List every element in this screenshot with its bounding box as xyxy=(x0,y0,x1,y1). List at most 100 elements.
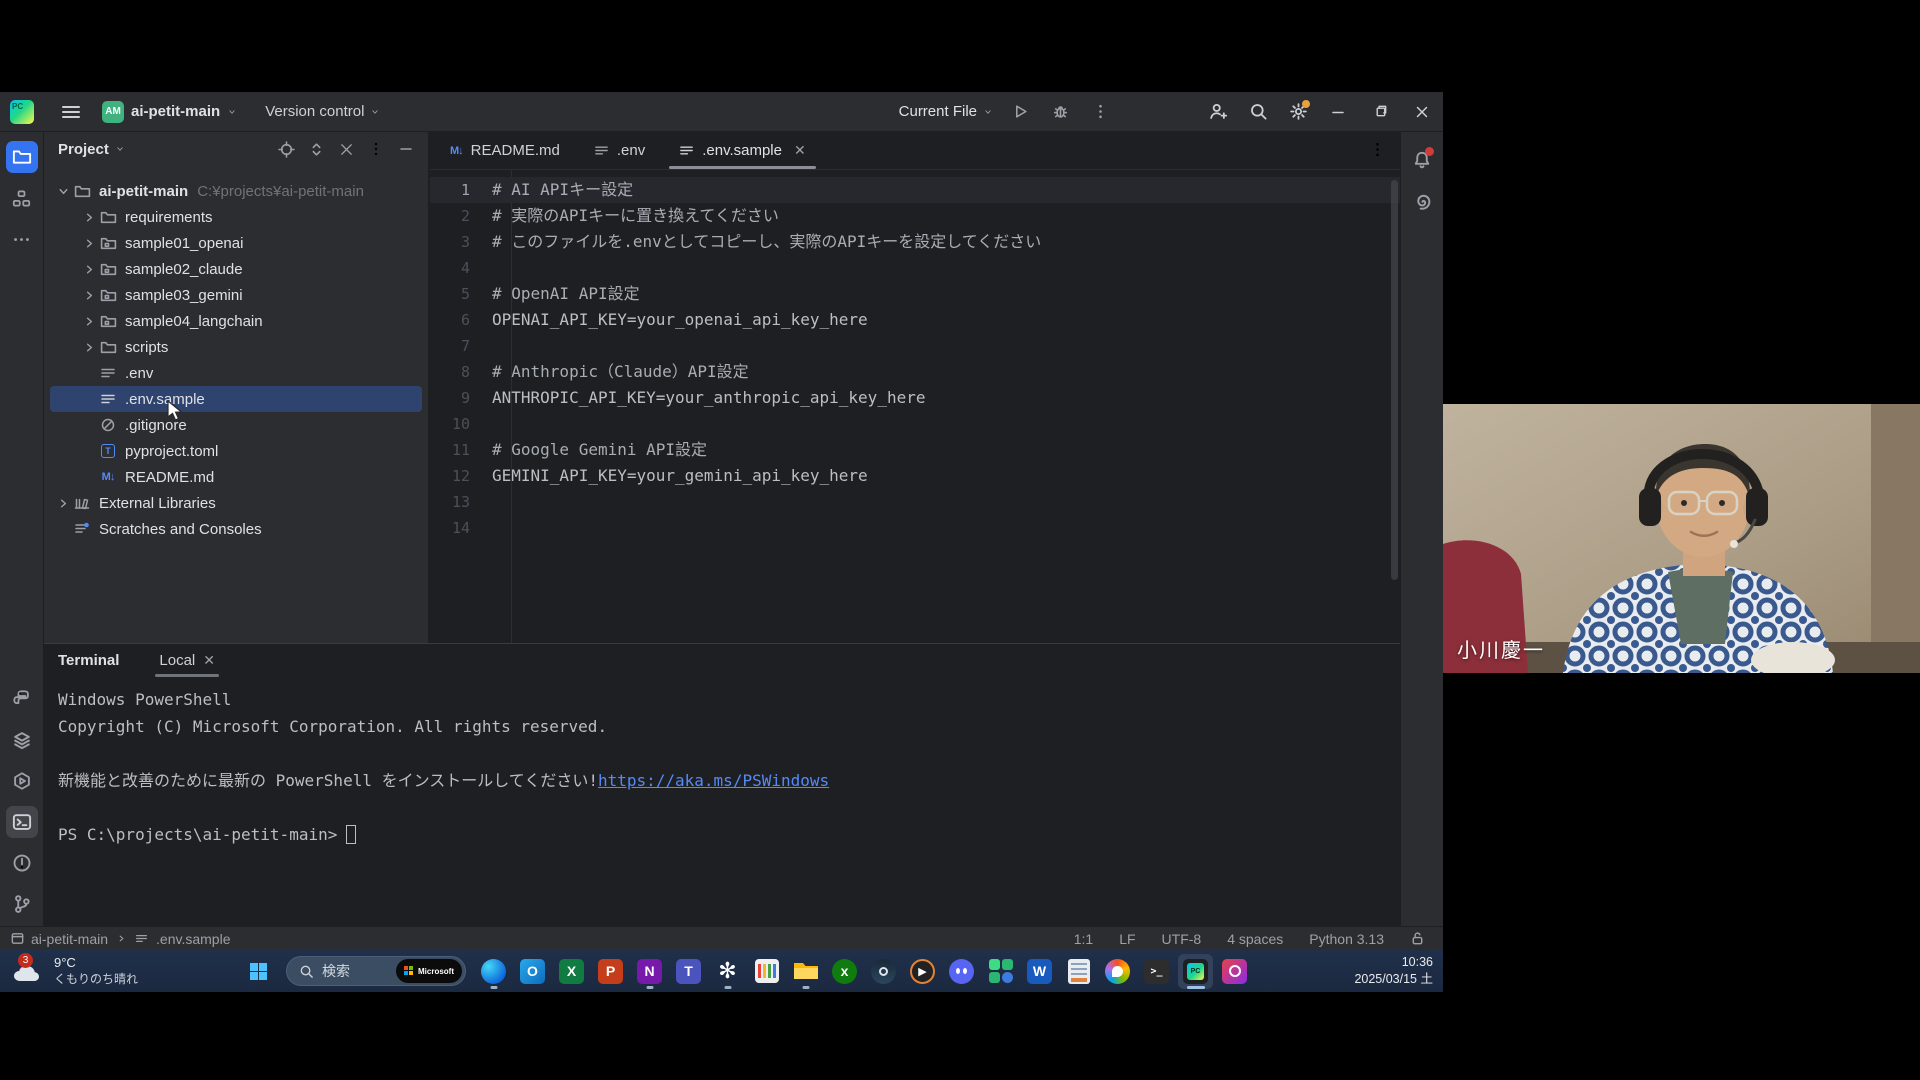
unlocked-icon[interactable] xyxy=(1410,931,1425,946)
python-console-tool-button[interactable] xyxy=(6,683,38,715)
tree-item-sample02-claude[interactable]: sample02_claude xyxy=(44,256,428,282)
taskbar-icon-teams[interactable]: T xyxy=(671,954,706,989)
project-widget[interactable]: AM ai-petit-main xyxy=(96,97,243,127)
maximize-button[interactable] xyxy=(1365,97,1395,127)
chevron-down-icon[interactable] xyxy=(115,144,125,154)
tree-item-external-libraries[interactable]: External Libraries xyxy=(44,490,428,516)
more-actions-button[interactable] xyxy=(1087,99,1113,125)
tree-item-sample01-openai[interactable]: sample01_openai xyxy=(44,230,428,256)
line-separator[interactable]: LF xyxy=(1119,931,1135,947)
taskbar-icon-steam[interactable] xyxy=(866,954,901,989)
taskbar-icon-file-explorer[interactable] xyxy=(788,954,823,989)
taskbar-icon-pycharm-active[interactable]: PC xyxy=(1178,954,1213,989)
taskbar-icon-discord[interactable] xyxy=(944,954,979,989)
chevron-expanded-icon[interactable] xyxy=(56,184,71,199)
powershell-update-link[interactable]: https://aka.ms/PSWindows xyxy=(598,771,829,790)
project-tool-button[interactable] xyxy=(6,141,38,173)
chevron-collapsed-icon[interactable] xyxy=(82,340,97,355)
expand-collapse-button[interactable] xyxy=(304,137,328,161)
version-control-tool-button[interactable] xyxy=(6,888,38,920)
tree-item-env[interactable]: .env xyxy=(44,360,428,386)
taskbar-icon-edge[interactable] xyxy=(476,954,511,989)
structure-tool-button[interactable] xyxy=(6,182,38,214)
python-packages-tool-button[interactable] xyxy=(6,724,38,756)
close-button[interactable] xyxy=(1407,97,1437,127)
taskbar-icon-xbox[interactable]: x xyxy=(827,954,862,989)
taskbar-icon-excel[interactable]: X xyxy=(554,954,589,989)
python-interpreter[interactable]: Python 3.13 xyxy=(1309,931,1384,947)
microsoft-search-chip[interactable]: Microsoft xyxy=(396,959,462,983)
taskbar-icon-outlook[interactable]: O xyxy=(515,954,550,989)
taskbar-clock[interactable]: 10:36 2025/03/15 土 xyxy=(1354,954,1433,988)
terminal-tab-local[interactable]: Local ✕ xyxy=(155,644,219,677)
taskbar-icon-word[interactable]: W xyxy=(1022,954,1057,989)
chevron-collapsed-icon[interactable] xyxy=(82,210,97,225)
tab-options-button[interactable] xyxy=(1369,141,1386,163)
tab-readme[interactable]: M↓ README.md xyxy=(436,132,574,169)
caret-position[interactable]: 1:1 xyxy=(1074,931,1093,947)
code-with-me-button[interactable] xyxy=(1205,99,1231,125)
taskbar-search-box[interactable]: 検索 Microsoft xyxy=(286,956,466,986)
taskbar-icon-notepad[interactable] xyxy=(1061,954,1096,989)
file-encoding[interactable]: UTF-8 xyxy=(1162,931,1202,947)
ai-assistant-button[interactable] xyxy=(1406,185,1438,217)
problems-tool-button[interactable] xyxy=(6,847,38,879)
tab-env-sample-active[interactable]: .env.sample ✕ xyxy=(665,132,820,169)
weather-widget[interactable]: 3 9°C くもりのち晴れ xyxy=(12,955,138,986)
chevron-collapsed-icon[interactable] xyxy=(82,236,97,251)
taskbar-icon-photos[interactable] xyxy=(749,954,784,989)
code-line: 2# 実際のAPIキーに置き換えてください xyxy=(430,203,1400,229)
tree-item-gitignore[interactable]: .gitignore xyxy=(44,412,428,438)
taskbar-icon-powerpoint[interactable]: P xyxy=(593,954,628,989)
tree-item-requirements[interactable]: requirements xyxy=(44,204,428,230)
taskbar-icon-media-player[interactable]: ▶ xyxy=(905,954,940,989)
taskbar-icon-terminal[interactable]: >_ xyxy=(1139,954,1174,989)
tree-item-sample04-langchain[interactable]: sample04_langchain xyxy=(44,308,428,334)
main-menu-button[interactable] xyxy=(62,106,80,118)
run-configuration-selector[interactable]: Current File xyxy=(899,103,993,120)
terminal-output[interactable]: Windows PowerShell Copyright (C) Microso… xyxy=(58,686,829,848)
hide-panel-button[interactable] xyxy=(394,137,418,161)
tree-item-sample03-gemini[interactable]: sample03_gemini xyxy=(44,282,428,308)
code-area[interactable]: 1# AI APIキー設定 2# 実際のAPIキーに置き換えてください 3# こ… xyxy=(430,177,1400,541)
tree-item-env-sample-selected[interactable]: .env.sample xyxy=(50,386,422,412)
collapse-all-button[interactable] xyxy=(334,137,358,161)
panel-options-button[interactable] xyxy=(364,137,388,161)
tree-item-scratches[interactable]: Scratches and Consoles xyxy=(44,516,428,542)
more-tool-windows-button[interactable] xyxy=(6,223,38,255)
tab-env[interactable]: .env xyxy=(580,132,659,169)
chevron-collapsed-icon[interactable] xyxy=(82,262,97,277)
taskbar-icon-copilot[interactable] xyxy=(1100,954,1135,989)
tree-item-readme[interactable]: M↓ README.md xyxy=(44,464,428,490)
minimize-button[interactable] xyxy=(1323,97,1353,127)
editor-scrollbar[interactable] xyxy=(1391,180,1398,580)
chevron-collapsed-icon[interactable] xyxy=(82,288,97,303)
indent-style[interactable]: 4 spaces xyxy=(1227,931,1283,947)
taskbar-icon-onenote[interactable]: N xyxy=(632,954,667,989)
tree-item-scripts[interactable]: scripts xyxy=(44,334,428,360)
terminal-tool-button[interactable] xyxy=(6,806,38,838)
run-button[interactable] xyxy=(1007,99,1033,125)
breadcrumb-project[interactable]: ai-petit-main xyxy=(31,931,108,947)
version-control-widget[interactable]: Version control xyxy=(265,103,380,120)
breadcrumb-file[interactable]: .env.sample xyxy=(156,931,230,947)
taskbar-icon-green-app[interactable] xyxy=(983,954,1018,989)
windows-logo-icon xyxy=(250,963,267,980)
terminal-title: Terminal xyxy=(58,652,119,669)
debug-button[interactable] xyxy=(1047,99,1073,125)
tree-item-project-root[interactable]: ai-petit-main C:¥projects¥ai-petit-main xyxy=(44,178,428,204)
search-everywhere-button[interactable] xyxy=(1245,99,1271,125)
settings-button[interactable] xyxy=(1285,99,1311,125)
close-terminal-tab-icon[interactable]: ✕ xyxy=(203,652,215,669)
project-panel-title: Project xyxy=(58,141,109,158)
locate-file-button[interactable] xyxy=(274,137,298,161)
close-tab-icon[interactable]: ✕ xyxy=(794,142,806,159)
taskbar-icon-chatgpt[interactable]: ✻ xyxy=(710,954,745,989)
tree-item-pyproject-toml[interactable]: T pyproject.toml xyxy=(44,438,428,464)
start-button[interactable] xyxy=(240,953,276,989)
chevron-collapsed-icon[interactable] xyxy=(82,314,97,329)
services-tool-button[interactable] xyxy=(6,765,38,797)
notifications-button[interactable] xyxy=(1406,144,1438,176)
taskbar-icon-claude-app[interactable] xyxy=(1217,954,1252,989)
chevron-collapsed-icon[interactable] xyxy=(56,496,71,511)
